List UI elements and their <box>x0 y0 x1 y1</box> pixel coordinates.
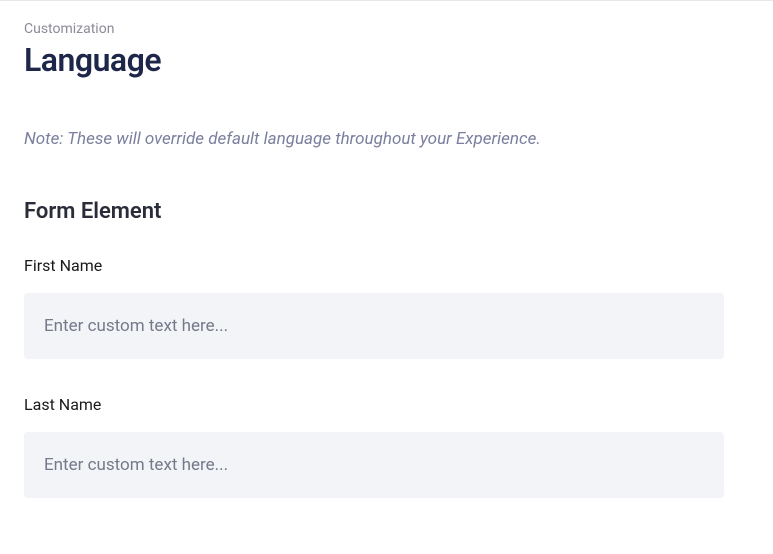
page-title: Language <box>24 41 749 79</box>
last-name-input[interactable] <box>24 432 724 498</box>
section-title-form-element: Form Element <box>24 199 749 224</box>
form-group-last-name: Last Name <box>24 395 749 498</box>
override-note: Note: These will override default langua… <box>24 129 749 149</box>
first-name-input[interactable] <box>24 293 724 359</box>
first-name-label: First Name <box>24 256 749 275</box>
last-name-label: Last Name <box>24 395 749 414</box>
breadcrumb: Customization <box>24 21 749 37</box>
form-group-first-name: First Name <box>24 256 749 359</box>
